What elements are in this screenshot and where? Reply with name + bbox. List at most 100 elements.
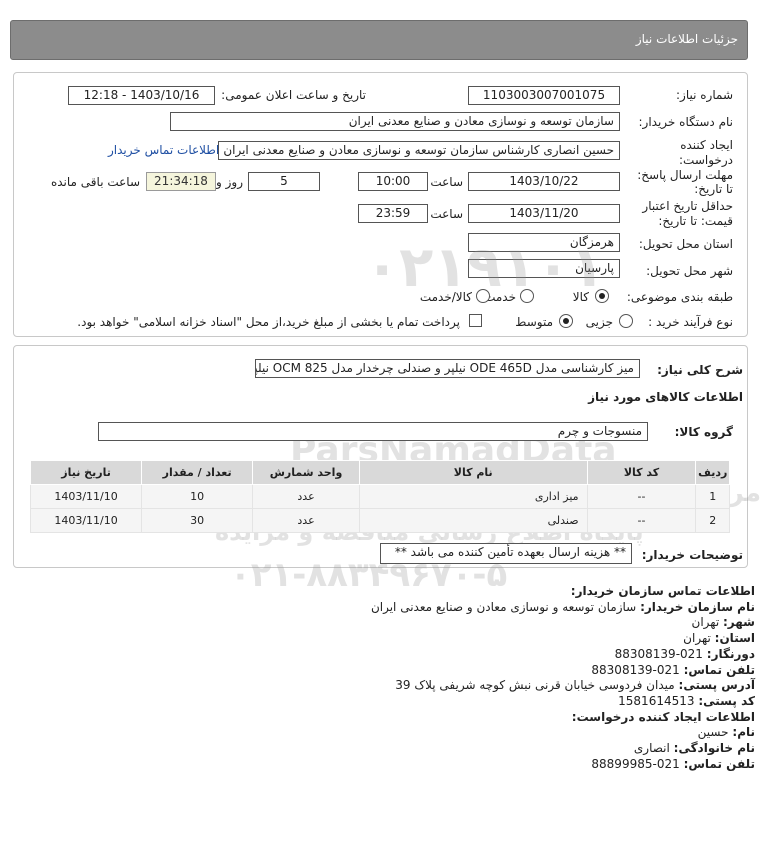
cell-row-number: 2 bbox=[695, 508, 730, 533]
deadline-label-1: مهلت ارسال پاسخ: bbox=[637, 168, 733, 182]
cell-goods-name: میز اداری bbox=[358, 484, 588, 509]
goods-group-field: منسوجات و چرم bbox=[98, 422, 648, 441]
cell-need-date: 1403/11/10 bbox=[29, 508, 143, 533]
buyer-notes-label: توضیحات خریدار: bbox=[641, 548, 743, 562]
cell-row-number: 1 bbox=[695, 484, 730, 509]
contact-province-value: تهران bbox=[683, 631, 711, 646]
table-row: 2 -- صندلی عدد 30 1403/11/10 bbox=[29, 508, 730, 533]
table-header-row: ردیف کد کالا نام کالا واحد شمارش تعداد /… bbox=[29, 460, 730, 485]
creator-phone-value: 021-88899985 bbox=[591, 756, 680, 771]
deadline-date-field: 1403/10/22 bbox=[468, 172, 620, 191]
creator-info-title: اطلاعات ایجاد کننده درخواست: bbox=[571, 709, 755, 724]
contact-section: اطلاعات تماس سازمان خریدار: نام سازمان خ… bbox=[15, 584, 755, 772]
validity-time-label: ساعت bbox=[430, 207, 463, 221]
cell-need-date: 1403/11/10 bbox=[29, 484, 143, 509]
col-unit: واحد شمارش bbox=[252, 460, 360, 485]
cell-unit: عدد bbox=[252, 484, 360, 509]
contact-title: اطلاعات تماس سازمان خریدار: bbox=[570, 584, 755, 598]
province-field: هرمزگان bbox=[468, 233, 620, 252]
contact-city-key: شهر: bbox=[723, 615, 755, 630]
contact-province-key: استان: bbox=[714, 631, 755, 646]
col-quantity: تعداد / مقدار bbox=[141, 460, 254, 485]
deadline-time-label: ساعت bbox=[430, 175, 463, 189]
process-option-medium: متوسط bbox=[515, 315, 553, 329]
contact-phone-value: 021-88308139 bbox=[591, 662, 680, 677]
remaining-days-field: 5 bbox=[248, 172, 320, 191]
contact-province-row: استان: تهران bbox=[15, 631, 755, 647]
col-goods-code: کد کالا bbox=[586, 460, 697, 485]
category-option-goods: کالا bbox=[572, 290, 589, 304]
payment-note: پرداخت تمام یا بخشی از مبلغ خرید،از محل … bbox=[77, 315, 460, 329]
contact-phone-row: تلفن تماس: 021-88308139 bbox=[15, 663, 755, 679]
contact-fax-key: دورنگار: bbox=[706, 646, 755, 661]
validity-label-2: قیمت: تا تاریخ: bbox=[658, 214, 733, 228]
creator-label-1: ایجاد کننده bbox=[680, 138, 733, 152]
creator-family-value: انصاری bbox=[633, 741, 670, 756]
table-row: 1 -- میز اداری عدد 10 1403/11/10 bbox=[29, 484, 730, 509]
goods-table: ردیف کد کالا نام کالا واحد شمارش تعداد /… bbox=[29, 460, 730, 533]
remaining-time-label: ساعت باقی مانده bbox=[50, 175, 140, 189]
category-option-goods-service: کالا/خدمت bbox=[419, 290, 472, 304]
validity-date-field: 1403/11/20 bbox=[468, 204, 620, 223]
goods-panel bbox=[13, 345, 748, 568]
creator-label-2: درخواست: bbox=[679, 153, 733, 167]
treasury-payment-checkbox[interactable] bbox=[469, 314, 482, 327]
process-label: نوع فرآیند خرید : bbox=[648, 315, 733, 329]
contact-address-value: میدان فردوسی خیابان قرنی نبش کوچه شریفی … bbox=[395, 678, 675, 693]
contact-org-key: نام سازمان خریدار: bbox=[640, 599, 755, 614]
contact-org-row: نام سازمان خریدار: سازمان توسعه و نوسازی… bbox=[15, 600, 755, 616]
need-number-field: 1103003007001075 bbox=[468, 86, 620, 105]
cell-goods-code: -- bbox=[586, 484, 697, 509]
buyer-org-field: سازمان توسعه و نوسازی معادن و صنایع معدن… bbox=[170, 112, 620, 131]
contact-address-row: آدرس پستی: میدان فردوسی خیابان قرنی نبش … bbox=[15, 678, 755, 694]
buyer-notes-field: ** هزینه ارسال بعهده تأمین کننده می باشد… bbox=[380, 543, 632, 564]
process-radio-minor[interactable] bbox=[619, 314, 633, 328]
contact-address-key: آدرس پستی: bbox=[678, 678, 755, 693]
cell-quantity: 30 bbox=[141, 508, 254, 533]
remaining-time-field: 21:34:18 bbox=[146, 172, 216, 191]
buyer-contact-link[interactable]: اطلاعات تماس خریدار bbox=[108, 143, 219, 157]
col-need-date: تاریخ نیاز bbox=[29, 460, 143, 485]
contact-postal-key: کد پستی: bbox=[698, 693, 755, 708]
days-label: روز و bbox=[216, 175, 243, 189]
validity-label-1: حداقل تاریخ اعتبار bbox=[642, 199, 733, 213]
cell-quantity: 10 bbox=[141, 484, 254, 509]
creator-name-value: حسین bbox=[697, 725, 729, 740]
city-field: پارسیان bbox=[468, 259, 620, 278]
goods-group-label: گروه کالا: bbox=[674, 425, 733, 439]
cell-unit: عدد bbox=[252, 508, 360, 533]
contact-phone-key: تلفن تماس: bbox=[683, 662, 755, 677]
category-label: طبقه بندی موضوعی: bbox=[626, 290, 733, 304]
deadline-time-field: 10:00 bbox=[358, 172, 428, 191]
contact-city-value: تهران bbox=[691, 615, 720, 630]
col-goods-name: نام کالا bbox=[358, 460, 588, 485]
creator-family-key: نام خانوادگی: bbox=[673, 741, 755, 756]
process-option-minor: جزیی bbox=[585, 315, 613, 329]
category-radio-goods[interactable] bbox=[595, 289, 609, 303]
creator-family-row: نام خانوادگی: انصاری bbox=[15, 741, 755, 757]
process-radio-medium[interactable] bbox=[559, 314, 573, 328]
creator-phone-row: تلفن تماس: 021-88899985 bbox=[15, 757, 755, 773]
need-summary-field: میز کارشناسی مدل ODE 465D نیلپر و صندلی … bbox=[255, 359, 640, 378]
buyer-org-label: نام دستگاه خریدار: bbox=[638, 115, 734, 129]
need-summary-label: شرح کلی نیاز: bbox=[657, 363, 743, 377]
creator-field: حسین انصاری کارشناس سازمان توسعه و نوساز… bbox=[218, 141, 620, 160]
contact-postal-value: 1581614513 bbox=[618, 693, 695, 708]
cell-goods-code: -- bbox=[586, 508, 697, 533]
announce-date-field: 1403/10/16 - 12:18 bbox=[68, 86, 215, 105]
contact-postal-row: کد پستی: 1581614513 bbox=[15, 694, 755, 710]
need-number-label: شماره نیاز: bbox=[676, 88, 733, 102]
announce-date-label: تاریخ و ساعت اعلان عمومی: bbox=[221, 88, 366, 102]
page-title: جزئیات اطلاعات نیاز bbox=[635, 32, 738, 46]
contact-org-value: سازمان توسعه و نوسازی معادن و صنایع معدن… bbox=[370, 599, 637, 614]
category-radio-service[interactable] bbox=[520, 289, 534, 303]
col-row-number: ردیف bbox=[695, 460, 730, 485]
contact-fax-value: 021-88308139 bbox=[614, 646, 703, 661]
validity-time-field: 23:59 bbox=[358, 204, 428, 223]
contact-fax-row: دورنگار: 021-88308139 bbox=[15, 647, 755, 663]
deadline-label-2: تا تاریخ: bbox=[694, 182, 733, 196]
creator-name-row: نام: حسین bbox=[15, 725, 755, 741]
city-label: شهر محل تحویل: bbox=[646, 264, 733, 278]
cell-goods-name: صندلی bbox=[358, 508, 588, 533]
category-radio-goods-service[interactable] bbox=[476, 289, 490, 303]
